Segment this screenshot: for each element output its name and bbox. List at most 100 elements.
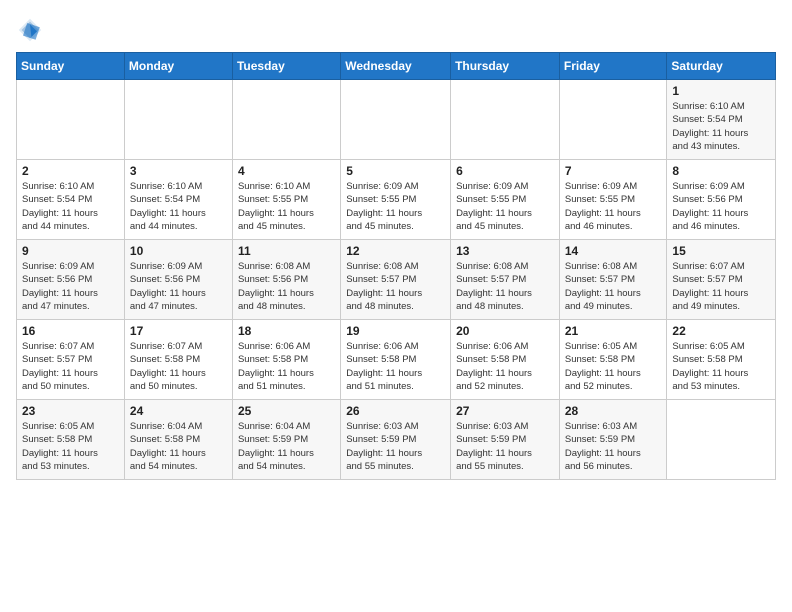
day-number: 5	[346, 164, 445, 178]
day-info: Sunrise: 6:07 AM Sunset: 5:57 PM Dayligh…	[22, 340, 119, 393]
calendar-cell	[124, 80, 232, 160]
week-row-1: 1Sunrise: 6:10 AM Sunset: 5:54 PM Daylig…	[17, 80, 776, 160]
calendar-cell: 23 Sunrise: 6:05 AM Sunset: 5:58 PM Dayli…	[17, 400, 125, 480]
calendar-cell: 21 Sunrise: 6:05 AM Sunset: 5:58 PM Dayli…	[559, 320, 667, 400]
day-number: 18	[238, 324, 335, 338]
logo-icon	[16, 16, 44, 44]
logo	[16, 16, 48, 44]
day-number: 8	[672, 164, 770, 178]
day-number: 16	[22, 324, 119, 338]
day-info: Sunrise: 6:09 AM Sunset: 5:56 PM Dayligh…	[130, 260, 227, 313]
calendar-cell: 3 Sunrise: 6:10 AM Sunset: 5:54 PM Daylig…	[124, 160, 232, 240]
calendar-cell: 9 Sunrise: 6:09 AM Sunset: 5:56 PM Daylig…	[17, 240, 125, 320]
day-info: Sunrise: 6:10 AM Sunset: 5:54 PM Dayligh…	[130, 180, 227, 233]
calendar-cell: 2Sunrise: 6:10 AM Sunset: 5:54 PM Daylig…	[17, 160, 125, 240]
day-info: Sunrise: 6:08 AM Sunset: 5:57 PM Dayligh…	[456, 260, 554, 313]
calendar-cell: 24 Sunrise: 6:04 AM Sunset: 5:58 PM Dayli…	[124, 400, 232, 480]
calendar-cell: 28 Sunrise: 6:03 AM Sunset: 5:59 PM Dayli…	[559, 400, 667, 480]
header-day-tuesday: Tuesday	[232, 53, 340, 80]
calendar-cell	[232, 80, 340, 160]
calendar-cell: 4 Sunrise: 6:10 AM Sunset: 5:55 PM Daylig…	[232, 160, 340, 240]
day-info: Sunrise: 6:09 AM Sunset: 5:55 PM Dayligh…	[565, 180, 662, 233]
header-day-friday: Friday	[559, 53, 667, 80]
calendar-body: 1 Sunrise: 6:10 AM Sunset: 5:54 PM Daylig…	[17, 80, 776, 480]
day-info: Sunrise: 6:05 AM Sunset: 5:58 PM Dayligh…	[565, 340, 662, 393]
day-number: 10	[130, 244, 227, 258]
day-info: Sunrise: 6:06 AM Sunset: 5:58 PM Dayligh…	[238, 340, 335, 393]
header-day-sunday: Sunday	[17, 53, 125, 80]
day-number: 27	[456, 404, 554, 418]
day-info: Sunrise: 6:07 AM Sunset: 5:57 PM Dayligh…	[672, 260, 770, 313]
calendar-cell: 25 Sunrise: 6:04 AM Sunset: 5:59 PM Dayli…	[232, 400, 340, 480]
day-info: Sunrise: 6:05 AM Sunset: 5:58 PM Dayligh…	[672, 340, 770, 393]
day-info: Sunrise: 6:04 AM Sunset: 5:59 PM Dayligh…	[238, 420, 335, 473]
day-number: 11	[238, 244, 335, 258]
day-number: 22	[672, 324, 770, 338]
day-number: 25	[238, 404, 335, 418]
day-info: Sunrise: 6:03 AM Sunset: 5:59 PM Dayligh…	[565, 420, 662, 473]
calendar-cell: 15 Sunrise: 6:07 AM Sunset: 5:57 PM Dayli…	[667, 240, 776, 320]
calendar-cell: 26Sunrise: 6:03 AM Sunset: 5:59 PM Dayli…	[341, 400, 451, 480]
day-info: Sunrise: 6:05 AM Sunset: 5:58 PM Dayligh…	[22, 420, 119, 473]
calendar-cell: 27 Sunrise: 6:03 AM Sunset: 5:59 PM Dayli…	[451, 400, 560, 480]
day-info: Sunrise: 6:09 AM Sunset: 5:56 PM Dayligh…	[22, 260, 119, 313]
day-number: 1	[672, 84, 770, 98]
day-info: Sunrise: 6:07 AM Sunset: 5:58 PM Dayligh…	[130, 340, 227, 393]
day-number: 21	[565, 324, 662, 338]
calendar-cell: 1Sunrise: 6:10 AM Sunset: 5:54 PM Daylig…	[667, 80, 776, 160]
calendar-cell	[17, 80, 125, 160]
calendar-header: SundayMondayTuesdayWednesdayThursdayFrid…	[17, 53, 776, 80]
week-row-4: 16 Sunrise: 6:07 AM Sunset: 5:57 PM Dayli…	[17, 320, 776, 400]
calendar-cell: 6 Sunrise: 6:09 AM Sunset: 5:55 PM Daylig…	[451, 160, 560, 240]
day-number: 4	[238, 164, 335, 178]
day-number: 6	[456, 164, 554, 178]
day-info: Sunrise: 6:09 AM Sunset: 5:56 PM Dayligh…	[672, 180, 770, 233]
day-number: 17	[130, 324, 227, 338]
calendar-cell: 22 Sunrise: 6:05 AM Sunset: 5:58 PM Dayli…	[667, 320, 776, 400]
calendar-cell: 5 Sunrise: 6:09 AM Sunset: 5:55 PM Daylig…	[341, 160, 451, 240]
day-info: Sunrise: 6:09 AM Sunset: 5:55 PM Dayligh…	[456, 180, 554, 233]
day-number: 15	[672, 244, 770, 258]
day-number: 3	[130, 164, 227, 178]
day-number: 23	[22, 404, 119, 418]
header-day-thursday: Thursday	[451, 53, 560, 80]
day-info: Sunrise: 6:06 AM Sunset: 5:58 PM Dayligh…	[456, 340, 554, 393]
day-info: Sunrise: 6:10 AM Sunset: 5:55 PM Dayligh…	[238, 180, 335, 233]
day-number: 9	[22, 244, 119, 258]
calendar-cell: 18 Sunrise: 6:06 AM Sunset: 5:58 PM Dayli…	[232, 320, 340, 400]
calendar-cell	[667, 400, 776, 480]
calendar-cell: 16 Sunrise: 6:07 AM Sunset: 5:57 PM Dayli…	[17, 320, 125, 400]
day-info: Sunrise: 6:10 AM Sunset: 5:54 PM Dayligh…	[22, 180, 119, 233]
calendar-cell	[559, 80, 667, 160]
calendar-cell: 20 Sunrise: 6:06 AM Sunset: 5:58 PM Dayli…	[451, 320, 560, 400]
day-info: Sunrise: 6:04 AM Sunset: 5:58 PM Dayligh…	[130, 420, 227, 473]
day-number: 28	[565, 404, 662, 418]
calendar-cell: 8 Sunrise: 6:09 AM Sunset: 5:56 PM Daylig…	[667, 160, 776, 240]
week-row-3: 9 Sunrise: 6:09 AM Sunset: 5:56 PM Daylig…	[17, 240, 776, 320]
day-number: 7	[565, 164, 662, 178]
calendar-cell: 17 Sunrise: 6:07 AM Sunset: 5:58 PM Dayli…	[124, 320, 232, 400]
day-number: 14	[565, 244, 662, 258]
calendar-cell: 11 Sunrise: 6:08 AM Sunset: 5:56 PM Dayli…	[232, 240, 340, 320]
day-number: 12	[346, 244, 445, 258]
calendar-cell: 14 Sunrise: 6:08 AM Sunset: 5:57 PM Dayli…	[559, 240, 667, 320]
day-info: Sunrise: 6:08 AM Sunset: 5:57 PM Dayligh…	[565, 260, 662, 313]
day-info: Sunrise: 6:08 AM Sunset: 5:56 PM Dayligh…	[238, 260, 335, 313]
day-number: 20	[456, 324, 554, 338]
day-info: Sunrise: 6:06 AM Sunset: 5:58 PM Dayligh…	[346, 340, 445, 393]
header-row: SundayMondayTuesdayWednesdayThursdayFrid…	[17, 53, 776, 80]
page-header	[16, 16, 776, 44]
day-info: Sunrise: 6:03 AM Sunset: 5:59 PM Dayligh…	[456, 420, 554, 473]
day-info: Sunrise: 6:08 AM Sunset: 5:57 PM Dayligh…	[346, 260, 445, 313]
week-row-2: 2Sunrise: 6:10 AM Sunset: 5:54 PM Daylig…	[17, 160, 776, 240]
day-number: 19	[346, 324, 445, 338]
day-number: 24	[130, 404, 227, 418]
header-day-saturday: Saturday	[667, 53, 776, 80]
day-info: Sunrise: 6:09 AM Sunset: 5:55 PM Dayligh…	[346, 180, 445, 233]
calendar-cell: 19 Sunrise: 6:06 AM Sunset: 5:58 PM Dayli…	[341, 320, 451, 400]
calendar-cell: 12 Sunrise: 6:08 AM Sunset: 5:57 PM Dayli…	[341, 240, 451, 320]
day-number: 13	[456, 244, 554, 258]
calendar-cell: 10 Sunrise: 6:09 AM Sunset: 5:56 PM Dayli…	[124, 240, 232, 320]
week-row-5: 23 Sunrise: 6:05 AM Sunset: 5:58 PM Dayli…	[17, 400, 776, 480]
calendar-cell	[451, 80, 560, 160]
